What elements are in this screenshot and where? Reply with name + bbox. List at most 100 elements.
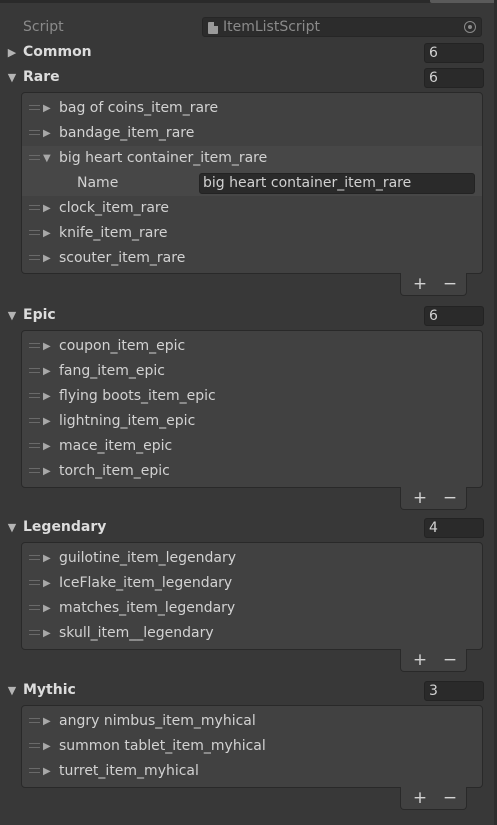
foldout-collapsed-icon[interactable]: ▶ xyxy=(43,738,53,755)
item-label: angry nimbus_item_myhical xyxy=(59,713,256,729)
script-row: Script ItemListScript xyxy=(0,15,497,40)
remove-element-button[interactable]: − xyxy=(439,274,461,294)
list-size-field[interactable]: 6 xyxy=(424,43,484,63)
list-size-field[interactable]: 4 xyxy=(424,518,484,538)
item-label: bandage_item_rare xyxy=(59,125,195,141)
item-label: matches_item_legendary xyxy=(59,600,236,616)
drag-handle-icon[interactable] xyxy=(29,418,40,423)
drag-handle-icon[interactable] xyxy=(29,205,40,210)
script-file-icon xyxy=(208,22,218,34)
drag-handle-icon[interactable] xyxy=(29,130,40,135)
list-item[interactable]: ▶ lightning_item_epic xyxy=(22,409,482,434)
section-header-mythic[interactable]: ▼ Mythic 3 xyxy=(0,678,497,703)
list-item[interactable]: ▶ mace_item_epic xyxy=(22,434,482,459)
foldout-collapsed-icon[interactable]: ▶ xyxy=(43,625,53,642)
mythic-list-footer: + − xyxy=(400,787,467,810)
drag-handle-icon[interactable] xyxy=(29,255,40,260)
drag-handle-icon[interactable] xyxy=(29,468,40,473)
item-label: turret_item_myhical xyxy=(59,763,199,779)
list-size-field[interactable]: 6 xyxy=(424,306,484,326)
remove-element-button[interactable]: − xyxy=(439,650,461,670)
rare-list-footer: + − xyxy=(400,273,467,296)
section-name: Rare xyxy=(23,69,60,85)
list-item[interactable]: ▶ flying boots_item_epic xyxy=(22,384,482,409)
foldout-collapsed-icon[interactable]: ▶ xyxy=(43,550,53,567)
foldout-collapsed-icon[interactable]: ▶ xyxy=(43,713,53,730)
foldout-collapsed-icon[interactable]: ▶ xyxy=(43,125,53,142)
drag-handle-icon[interactable] xyxy=(29,105,40,110)
foldout-collapsed-icon[interactable]: ▶ xyxy=(43,763,53,780)
list-item[interactable]: ▶ bag of coins_item_rare xyxy=(22,96,482,121)
foldout-collapsed-icon[interactable]: ▶ xyxy=(43,413,53,430)
add-element-button[interactable]: + xyxy=(409,650,431,670)
drag-handle-icon[interactable] xyxy=(29,343,40,348)
list-item[interactable]: ▶ summon tablet_item_myhical xyxy=(22,734,482,759)
drag-handle-icon[interactable] xyxy=(29,605,40,610)
foldout-collapsed-icon[interactable]: ▶ xyxy=(43,575,53,592)
item-label: fang_item_epic xyxy=(59,363,165,379)
list-size-field[interactable]: 3 xyxy=(424,681,484,701)
section-name: Mythic xyxy=(23,682,76,698)
drag-handle-icon[interactable] xyxy=(29,630,40,635)
drag-handle-icon[interactable] xyxy=(29,555,40,560)
list-item[interactable]: ▶ guilotine_item_legendary xyxy=(22,546,482,571)
list-item[interactable]: ▶ IceFlake_item_legendary xyxy=(22,571,482,596)
foldout-collapsed-icon[interactable]: ▶ xyxy=(6,44,18,61)
drag-handle-icon[interactable] xyxy=(29,368,40,373)
drag-handle-icon[interactable] xyxy=(29,718,40,723)
drag-handle-icon[interactable] xyxy=(29,230,40,235)
object-picker-icon[interactable] xyxy=(464,21,476,33)
list-item[interactable]: ▶ angry nimbus_item_myhical xyxy=(22,709,482,734)
foldout-collapsed-icon[interactable]: ▶ xyxy=(43,600,53,617)
drag-handle-icon[interactable] xyxy=(29,443,40,448)
item-label: flying boots_item_epic xyxy=(59,388,216,404)
list-item[interactable]: ▶ knife_item_rare xyxy=(22,221,482,246)
drag-handle-icon[interactable] xyxy=(29,580,40,585)
foldout-collapsed-icon[interactable]: ▶ xyxy=(43,200,53,217)
list-item-expanded[interactable]: ▼ big heart container_item_rare xyxy=(22,146,482,171)
foldout-collapsed-icon[interactable]: ▶ xyxy=(43,338,53,355)
foldout-expanded-icon[interactable]: ▼ xyxy=(43,150,53,167)
drag-handle-icon[interactable] xyxy=(29,743,40,748)
section-header-common[interactable]: ▶ Common 6 xyxy=(0,40,497,65)
remove-element-button[interactable]: − xyxy=(439,788,461,808)
foldout-collapsed-icon[interactable]: ▶ xyxy=(43,250,53,267)
foldout-collapsed-icon[interactable]: ▶ xyxy=(43,463,53,480)
list-item[interactable]: ▶ torch_item_epic xyxy=(22,459,482,484)
add-element-button[interactable]: + xyxy=(409,274,431,294)
name-text-field[interactable]: big heart container_item_rare xyxy=(199,173,475,194)
section-header-epic[interactable]: ▼ Epic 6 xyxy=(0,303,497,328)
foldout-expanded-icon[interactable]: ▼ xyxy=(6,682,18,699)
foldout-collapsed-icon[interactable]: ▶ xyxy=(43,225,53,242)
script-object-value: ItemListScript xyxy=(223,19,320,35)
list-item[interactable]: ▶ clock_item_rare xyxy=(22,196,482,221)
list-item[interactable]: ▶ bandage_item_rare xyxy=(22,121,482,146)
script-label: Script xyxy=(23,19,64,35)
item-label: big heart container_item_rare xyxy=(59,150,268,166)
section-header-legendary[interactable]: ▼ Legendary 4 xyxy=(0,515,497,540)
foldout-collapsed-icon[interactable]: ▶ xyxy=(43,363,53,380)
foldout-expanded-icon[interactable]: ▼ xyxy=(6,69,18,86)
foldout-collapsed-icon[interactable]: ▶ xyxy=(43,100,53,117)
add-element-button[interactable]: + xyxy=(409,488,431,508)
list-size-field[interactable]: 6 xyxy=(424,68,484,88)
drag-handle-icon[interactable] xyxy=(29,393,40,398)
list-item[interactable]: ▶ skull_item__legendary xyxy=(22,621,482,646)
drag-handle-icon[interactable] xyxy=(29,155,40,160)
remove-element-button[interactable]: − xyxy=(439,488,461,508)
item-label: mace_item_epic xyxy=(59,438,173,454)
foldout-collapsed-icon[interactable]: ▶ xyxy=(43,438,53,455)
drag-handle-icon[interactable] xyxy=(29,768,40,773)
list-item[interactable]: ▶ coupon_item_epic xyxy=(22,334,482,359)
list-item[interactable]: ▶ matches_item_legendary xyxy=(22,596,482,621)
add-element-button[interactable]: + xyxy=(409,788,431,808)
list-item[interactable]: ▶ fang_item_epic xyxy=(22,359,482,384)
script-object-field[interactable]: ItemListScript xyxy=(202,17,482,37)
list-item[interactable]: ▶ turret_item_myhical xyxy=(22,759,482,784)
list-item[interactable]: ▶ scouter_item_rare xyxy=(22,246,482,271)
foldout-expanded-icon[interactable]: ▼ xyxy=(6,519,18,536)
item-label: scouter_item_rare xyxy=(59,250,186,266)
foldout-collapsed-icon[interactable]: ▶ xyxy=(43,388,53,405)
foldout-expanded-icon[interactable]: ▼ xyxy=(6,307,18,324)
section-header-rare[interactable]: ▼ Rare 6 xyxy=(0,65,497,90)
